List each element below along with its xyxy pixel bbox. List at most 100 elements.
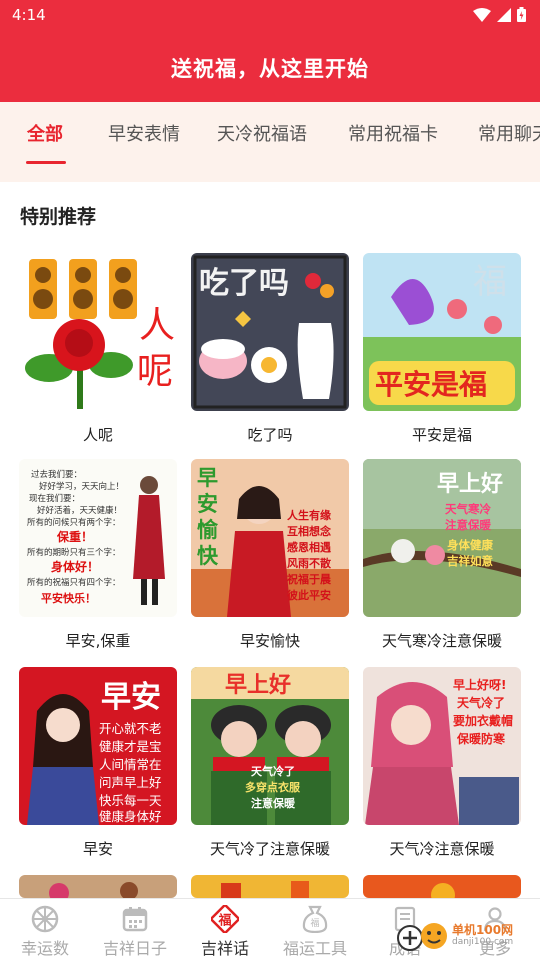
- active-tab-indicator: [26, 161, 66, 164]
- nav-auspicious-days[interactable]: 吉祥日子: [90, 905, 180, 959]
- svg-text:平安是福: 平安是福: [375, 368, 487, 401]
- svg-text:天气冷了: 天气冷了: [251, 764, 295, 778]
- page-title: 送祝福，从这里开始: [171, 57, 369, 81]
- card-chilema[interactable]: 吃了吗 吃了吗: [191, 253, 349, 445]
- svg-text:现在我们要：: 现在我们要：: [29, 493, 80, 504]
- card-image: [191, 875, 349, 898]
- card-image: 早 安 愉 快 人生有缘 互相想念 感恩相遇 风雨不散 祝福于晨 彼此平安: [191, 459, 349, 617]
- status-bar: 4:14: [0, 0, 540, 32]
- card-image: 过去我们要： 好好学习，天天向上！ 现在我们要： 好好活着，天天健康！ 所有的问…: [19, 459, 177, 617]
- svg-text:多穿点衣服: 多穿点衣服: [245, 780, 301, 794]
- svg-text:呢: 呢: [137, 351, 173, 392]
- fu-icon: 福: [211, 905, 239, 933]
- svg-text:早上好: 早上好: [225, 672, 291, 698]
- svg-text:感恩相遇: 感恩相遇: [287, 540, 331, 554]
- tab-morning-stickers[interactable]: 早安表情: [108, 120, 180, 146]
- svg-text:福: 福: [473, 262, 507, 302]
- card-image: 福 平安是福: [363, 253, 521, 411]
- card-caption: 吃了吗: [247, 426, 293, 444]
- card-tianqileng[interactable]: 早上好呀! 天气冷了 要加衣戴帽 保暖防寒 天气冷注意保暖: [363, 667, 521, 859]
- svg-text:吉祥如意: 吉祥如意: [447, 554, 493, 568]
- calendar-icon: [122, 907, 148, 932]
- svg-text:所有的祝福只有四个字：: 所有的祝福只有四个字：: [27, 577, 121, 588]
- watermark-logo-icon: [397, 923, 447, 951]
- card-caption: 天气冷了注意保暖: [209, 840, 330, 858]
- tab-cold-weather-wishes[interactable]: 天冷祝福语: [217, 120, 307, 146]
- card-partial-2[interactable]: [191, 875, 349, 898]
- svg-text:所有的问候只有两个字：: 所有的问候只有两个字：: [27, 517, 121, 528]
- card-pinganshifu[interactable]: 福 平安是福 平安是福: [363, 253, 521, 445]
- svg-text:注意保暖: 注意保暖: [251, 796, 296, 810]
- nav-lucky-number[interactable]: 幸运数: [0, 905, 90, 959]
- svg-text:祝福于晨: 祝福于晨: [287, 572, 332, 586]
- tab-common-chat[interactable]: 常用聊天: [478, 120, 540, 146]
- wheel-icon: [31, 905, 59, 933]
- svg-text:好好活着，天天健康！: 好好活着，天天健康！: [37, 505, 122, 516]
- battery-icon: [517, 7, 526, 22]
- wifi-icon: [473, 7, 491, 22]
- svg-text:身体好！: 身体好！: [51, 559, 99, 574]
- card-caption: 天气寒冷注意保暖: [381, 632, 502, 650]
- svg-text:保重！: 保重！: [56, 529, 93, 544]
- svg-text:福: 福: [217, 913, 231, 929]
- svg-text:天气冷了: 天气冷了: [457, 695, 505, 710]
- card-zaoan-baozhong[interactable]: 过去我们要： 好好学习，天天向上！ 现在我们要： 好好活着，天天健康！ 所有的问…: [19, 459, 177, 651]
- card-renne[interactable]: 人 呢 人呢: [19, 253, 177, 445]
- card-partial-3[interactable]: [363, 875, 521, 898]
- nav-blessings[interactable]: 福 吉祥话: [180, 905, 270, 959]
- section-title: 特别推荐: [20, 206, 97, 228]
- card-caption: 天气冷注意保暖: [389, 840, 495, 858]
- svg-text:所有的期盼只有三个字：: 所有的期盼只有三个字：: [27, 547, 121, 558]
- tab-common-cards[interactable]: 常用祝福卡: [348, 120, 438, 146]
- svg-text:风雨不散: 风雨不散: [287, 556, 332, 570]
- svg-text:福: 福: [310, 917, 319, 929]
- card-image: [363, 875, 521, 898]
- svg-text:保暖防寒: 保暖防寒: [456, 731, 505, 746]
- svg-text:注意保暖: 注意保暖: [445, 518, 491, 532]
- status-time: 4:14: [12, 6, 46, 24]
- svg-text:要加衣戴帽: 要加衣戴帽: [453, 713, 513, 728]
- app-header: 送祝福，从这里开始: [0, 32, 540, 102]
- svg-text:快乐每一天: 快乐每一天: [99, 793, 162, 808]
- svg-text:早上好呀!: 早上好呀!: [453, 677, 506, 692]
- svg-text:过去我们要：: 过去我们要：: [31, 469, 82, 480]
- svg-text:健康才是宝: 健康才是宝: [99, 739, 162, 754]
- card-image: 早上好 天气冷了 多穿点衣服 注意保暖: [191, 667, 349, 825]
- card-image: 吃了吗: [191, 253, 349, 411]
- nav-fortune-tools[interactable]: 福 福运工具: [270, 905, 360, 959]
- card-tianqi-lengle[interactable]: 早上好 天气冷了 多穿点衣服 注意保暖 天气冷了注意保暖: [191, 667, 349, 859]
- card-image: 早安 开心就不老 健康才是宝 人间情常在 问声早上好 快乐每一天 健康身体好: [19, 667, 177, 825]
- svg-text:问声早上好: 问声早上好: [99, 775, 162, 790]
- svg-text:彼此平安: 彼此平安: [287, 588, 331, 602]
- category-tabs: 全部 早安表情 天冷祝福语 常用祝福卡 常用聊天: [0, 102, 540, 182]
- svg-text:愉: 愉: [197, 518, 219, 542]
- card-image: [19, 875, 177, 898]
- svg-text:天气寒冷: 天气寒冷: [445, 502, 491, 516]
- svg-text:早上好: 早上好: [437, 471, 503, 497]
- svg-text:好好学习，天天向上！: 好好学习，天天向上！: [39, 481, 124, 492]
- site-watermark: 单机100网 danji100.com: [396, 918, 513, 952]
- svg-text:人: 人: [139, 305, 175, 346]
- card-caption: 早安,保重: [65, 632, 131, 650]
- card-caption: 早安: [82, 840, 113, 858]
- card-zaoan[interactable]: 早安 开心就不老 健康才是宝 人间情常在 问声早上好 快乐每一天 健康身体好 早…: [19, 667, 177, 859]
- card-caption: 平安是福: [411, 426, 472, 444]
- card-zaoan-yukuai[interactable]: 早 安 愉 快 人生有缘 互相想念 感恩相遇 风雨不散 祝福于晨 彼此平安 早安: [191, 459, 349, 651]
- svg-text:早安: 早安: [101, 680, 161, 715]
- svg-text:安: 安: [197, 492, 218, 516]
- tab-all[interactable]: 全部: [27, 120, 63, 146]
- svg-text:身体健康: 身体健康: [447, 538, 493, 552]
- svg-text:人生有缘: 人生有缘: [287, 508, 331, 522]
- svg-text:互相想念: 互相想念: [287, 524, 332, 538]
- svg-text:吃了吗: 吃了吗: [199, 266, 289, 301]
- fortune-bag-icon: 福: [302, 905, 328, 933]
- card-image: 早上好 天气寒冷 注意保暖 身体健康 吉祥如意: [363, 459, 521, 617]
- card-tianqi-hanleng[interactable]: 早上好 天气寒冷 注意保暖 身体健康 吉祥如意 天气寒冷注意保暖: [363, 459, 521, 651]
- signal-icon: [497, 7, 511, 22]
- card-image: 人 呢: [19, 253, 177, 411]
- svg-text:开心就不老: 开心就不老: [99, 721, 162, 736]
- svg-text:早: 早: [197, 466, 218, 490]
- svg-text:人间情常在: 人间情常在: [99, 757, 162, 772]
- card-image: 早上好呀! 天气冷了 要加衣戴帽 保暖防寒: [363, 667, 521, 825]
- card-partial-1[interactable]: [19, 875, 177, 898]
